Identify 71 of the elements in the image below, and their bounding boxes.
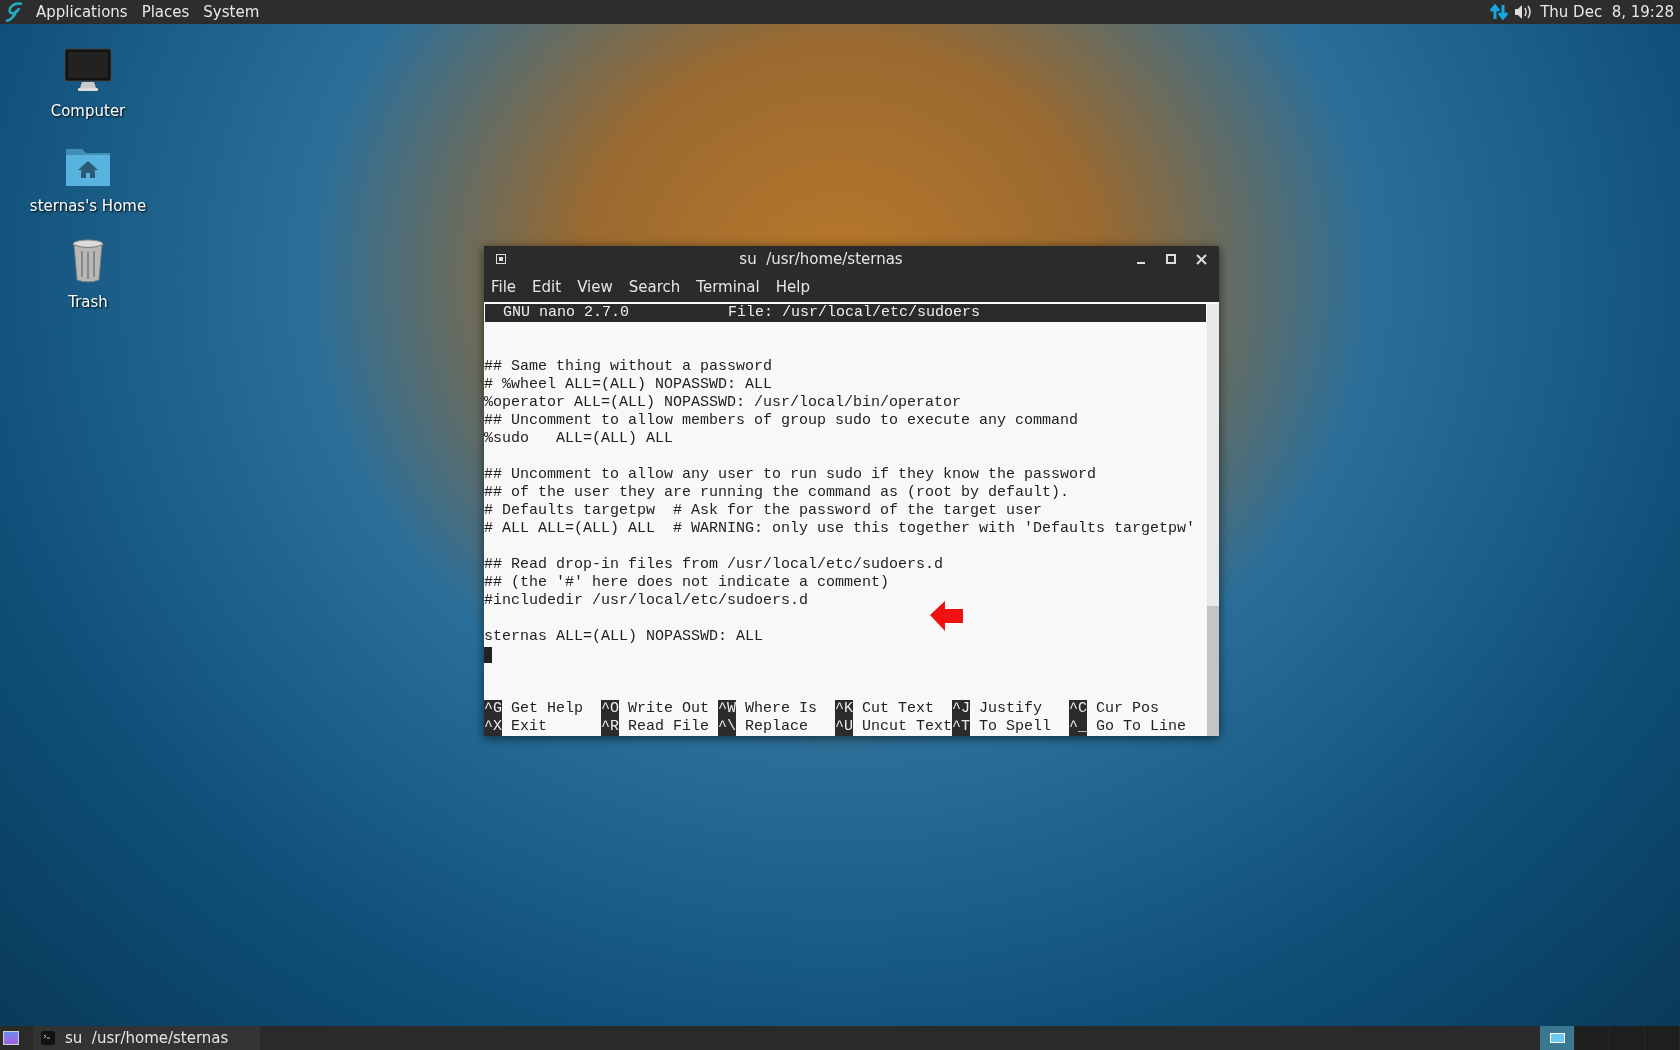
code-line: ## Same thing without a password xyxy=(484,358,774,376)
window-title: su /usr/home/sternas xyxy=(738,248,904,270)
shortcut-label: Where Is xyxy=(745,700,818,718)
code-line: # %wheel ALL=(ALL) NOPASSWD: ALL xyxy=(484,376,774,394)
workspace-cell[interactable] xyxy=(1645,1026,1680,1050)
shortcut-label: Read File xyxy=(628,718,710,736)
menu-item[interactable]: Edit xyxy=(532,275,562,299)
shortcut-key: ^O xyxy=(601,700,619,718)
shortcut-key: ^K xyxy=(835,700,853,718)
scrollbar-thumb[interactable] xyxy=(1207,606,1219,736)
shortcut-key: ^T xyxy=(952,718,970,736)
window-thumbnail xyxy=(1549,1033,1565,1043)
shortcut-key: ^_ xyxy=(1069,718,1087,736)
shortcut-label: Cur Pos xyxy=(1096,700,1160,718)
maximize-icon[interactable] xyxy=(1166,254,1176,264)
shortcut-label: Exit xyxy=(511,718,548,736)
shortcut-key: ^R xyxy=(601,718,619,736)
menu-item[interactable]: Search xyxy=(628,275,681,299)
workspace-cell[interactable] xyxy=(1575,1026,1610,1050)
panel-menu[interactable]: Applications xyxy=(36,0,128,24)
shortcut-label: Justify xyxy=(979,700,1043,718)
task-button[interactable]: su /usr/home/sternas xyxy=(33,1026,260,1050)
code-line: # Defaults targetpw # Ask for the password of the target user xyxy=(484,502,1044,520)
shortcut-label: Replace xyxy=(745,718,809,736)
close-icon[interactable] xyxy=(1196,253,1207,265)
code-line: ## Uncomment to allow any user to run sudo if they know the password xyxy=(484,466,1098,484)
text-cursor xyxy=(484,647,492,663)
code-line: ## (the '#' here does not indicate a comment) xyxy=(484,574,891,592)
shortcut-key: ^U xyxy=(835,718,853,736)
menu-item[interactable]: View xyxy=(577,275,613,299)
file-name: File: /usr/local/etc/sudoers xyxy=(728,304,981,322)
workspace-cell[interactable] xyxy=(1610,1026,1645,1050)
shortcut-key: ^C xyxy=(1069,700,1087,718)
shortcut-key: ^W xyxy=(718,700,736,718)
shortcut-label: Write Out xyxy=(628,700,710,718)
code-line: #includedir /usr/local/etc/sudoers.d xyxy=(484,592,810,610)
shortcut-label: Uncut Text xyxy=(862,718,953,736)
shortcut-label: Get Help xyxy=(511,700,584,718)
menu-item[interactable]: Terminal xyxy=(696,275,760,299)
code-line: # ALL ALL=(ALL) ALL # WARNING: only use this together with 'Defaults targetpw' xyxy=(484,520,1197,538)
panel-menu[interactable]: System xyxy=(203,0,260,24)
code-line: %operator ALL=(ALL) NOPASSWD: /usr/local/bin/operator xyxy=(484,394,963,412)
desktop-icon-label[interactable]: Computer xyxy=(50,100,126,123)
volume-icon[interactable] xyxy=(1514,4,1533,20)
network-icon[interactable] xyxy=(1490,4,1509,20)
shortcut-key: ^\ xyxy=(718,718,736,736)
desktop-icon-label[interactable]: Trash xyxy=(68,291,108,314)
nano-version: GNU nano 2.7.0 xyxy=(503,304,631,322)
shortcut-key: ^X xyxy=(484,718,502,736)
code-line: ## of the user they are running the command as (root by default). xyxy=(484,484,1071,502)
shortcut-label: Go To Line xyxy=(1096,718,1187,736)
desktop-icon-label[interactable]: sternas's Home xyxy=(29,194,147,217)
workspace-cell[interactable] xyxy=(1540,1026,1575,1050)
monitor-icon xyxy=(64,48,112,92)
code-line: ## Uncomment to allow members of group sudo to execute any command xyxy=(484,412,1080,430)
clock[interactable]: Thu Dec 8, 19:28 xyxy=(1540,0,1674,24)
panel-menu[interactable]: Places xyxy=(141,0,190,24)
shortcut-label: To Spell xyxy=(979,718,1052,736)
window-menu-icon[interactable] xyxy=(496,254,506,264)
code-line: ## Read drop-in files from /usr/local/etc/sudoers.d xyxy=(484,556,945,574)
shortcut-key: ^J xyxy=(952,700,970,718)
terminal-icon xyxy=(41,1031,55,1045)
shortcut-label: Cut Text xyxy=(862,700,935,718)
shortcut-key: ^G xyxy=(484,700,502,718)
code-line: %sudo ALL=(ALL) ALL xyxy=(484,430,675,448)
left-arrow-icon xyxy=(929,600,965,632)
menu-item[interactable]: Help xyxy=(775,275,810,299)
scrollbar[interactable] xyxy=(1207,304,1219,736)
trash-can-icon xyxy=(72,239,104,283)
menu-item[interactable]: File xyxy=(491,275,517,299)
code-line: sternas ALL=(ALL) NOPASSWD: ALL xyxy=(484,628,765,646)
